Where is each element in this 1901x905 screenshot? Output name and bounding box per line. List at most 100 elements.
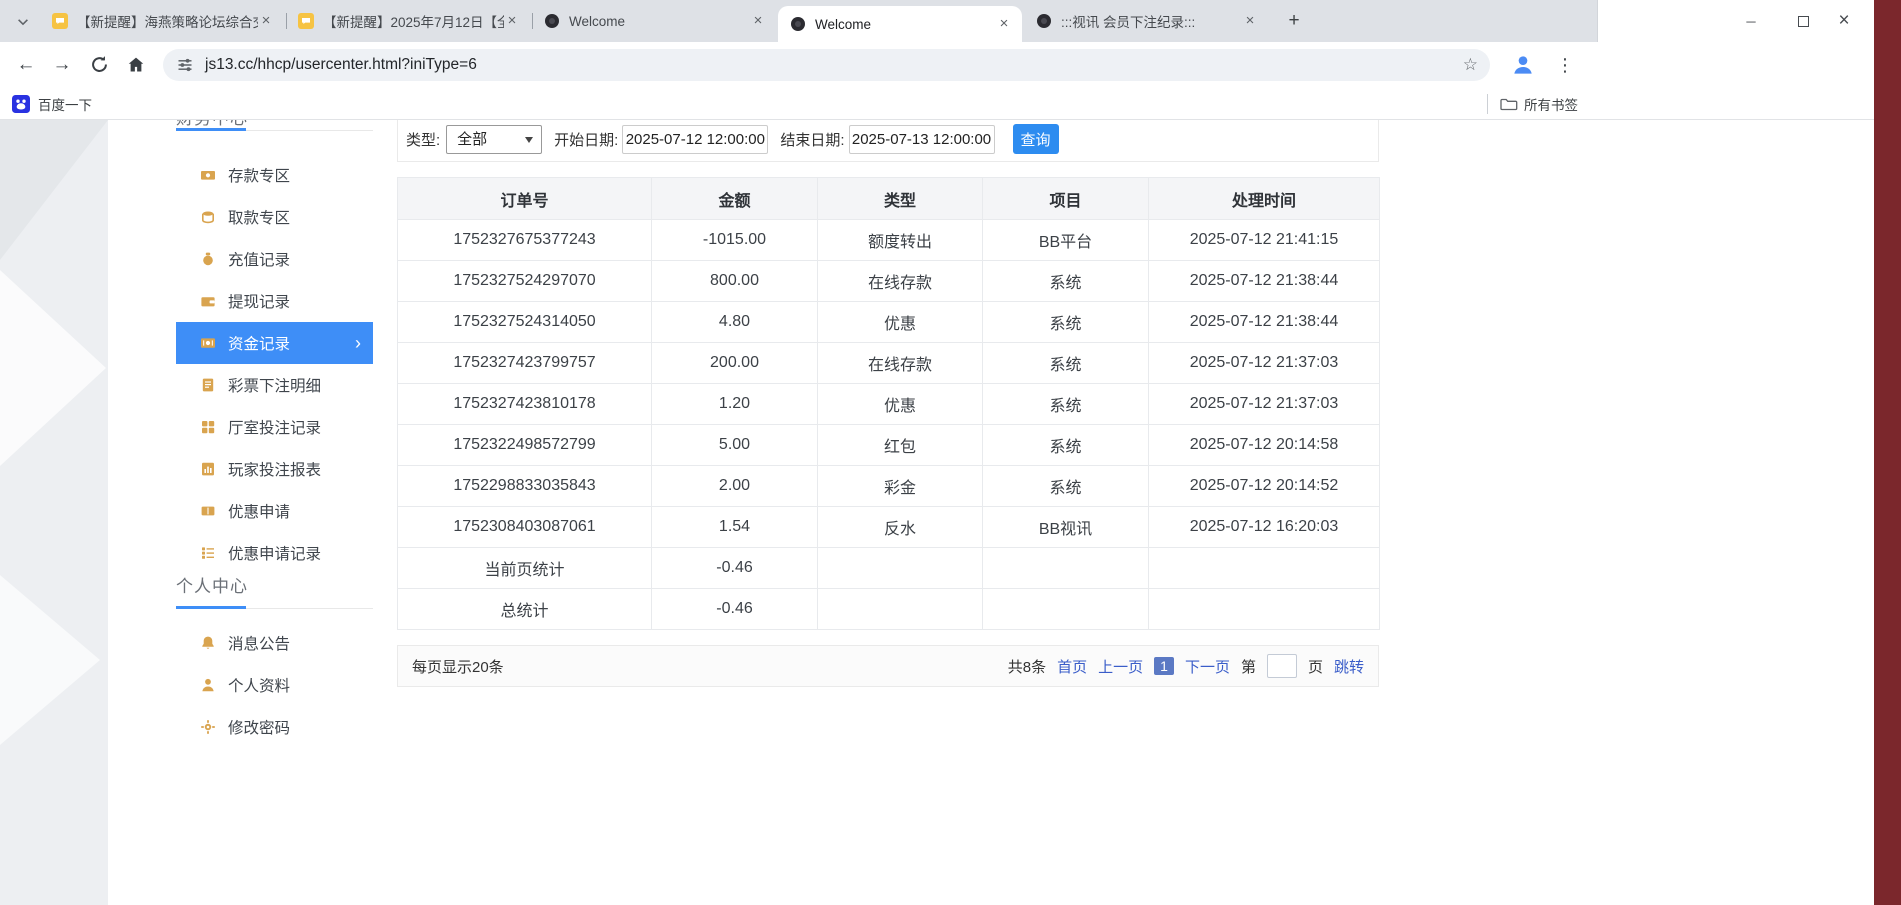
forum-favicon-icon [298,13,314,29]
tab-close-icon[interactable]: × [258,13,274,29]
sidebar-item-label: 消息公告 [228,632,290,654]
cell-amount: 5.00 [652,425,818,466]
sidebar-item-funds-records[interactable]: 资金记录 › [176,322,373,364]
coins-icon [200,209,216,225]
cell-time: 2025-07-12 21:37:03 [1149,343,1380,384]
cell-project: 系统 [983,425,1149,466]
sidebar-item-promo-apply-records[interactable]: 优惠申请记录 [176,532,373,574]
funds-table: 订单号 金额 类型 项目 处理时间 1752327675377243-1015.… [397,177,1380,630]
bookmark-label: 百度一下 [38,94,92,114]
start-date-input[interactable] [622,125,768,154]
cell-project: 系统 [983,343,1149,384]
next-page-link[interactable]: 下一页 [1185,656,1230,677]
browser-tab[interactable]: Welcome × [532,0,776,42]
sidebar-item-label: 提现记录 [228,290,290,312]
cell-project: 系统 [983,261,1149,302]
filter-bar: 类型: 全部 开始日期: 结束日期: 查询 [397,120,1379,162]
grid-icon [200,419,216,435]
first-page-link[interactable]: 首页 [1057,656,1087,677]
cell-amount: 1.20 [652,384,818,425]
address-bar[interactable]: js13.cc/hhcp/usercenter.html?iniType=6 ☆ [163,49,1490,81]
sidebar-item-lottery-bet-details[interactable]: 彩票下注明细 [176,364,373,406]
sidebar-item-label: 资金记录 [228,332,290,354]
current-page[interactable]: 1 [1154,657,1174,675]
bookmark-baidu[interactable]: 百度一下 [8,88,92,120]
heading-accent-bar [176,128,246,131]
profile-avatar-icon[interactable] [1510,52,1536,78]
dark-circle-favicon-icon [544,13,560,29]
background-decoration [0,120,108,905]
sidebar-item-withdraw-zone[interactable]: 取款专区 [176,196,373,238]
page-jump-input[interactable] [1267,654,1297,678]
cell-project: BB视讯 [983,507,1149,548]
sidebar-item-player-bet-report[interactable]: 玩家投注报表 [176,448,373,490]
dark-circle-favicon-icon [1036,13,1052,29]
sidebar-item-profile[interactable]: 个人资料 [176,664,373,706]
total-count: 共8条 [1008,656,1046,677]
cell-order-no: 1752327524297070 [398,261,652,302]
cell-type: 优惠 [818,384,983,425]
cell-amount: 800.00 [652,261,818,302]
browser-tab[interactable]: 【新提醒】2025年7月12日【全 × [286,0,530,42]
type-select[interactable]: 全部 [446,125,542,154]
type-label: 类型: [406,129,440,150]
tab-close-icon[interactable]: × [750,13,766,29]
jump-label-post: 页 [1308,656,1323,677]
browser-tab-active[interactable]: Welcome × [778,6,1022,42]
sidebar-item-recharge-records[interactable]: 充值记录 [176,238,373,280]
cell-type: 反水 [818,507,983,548]
sidebar-item-deposit-zone[interactable]: 存款专区 [176,154,373,196]
tab-title: Welcome [569,14,750,29]
browser-tab-strip: 【新提醒】海燕策略论坛综合交 × 【新提醒】2025年7月12日【全 × Wel… [0,0,1874,42]
sidebar-item-promo-apply[interactable]: 优惠申请 [176,490,373,532]
sidebar-item-change-password[interactable]: 修改密码 [176,706,373,748]
sidebar: 财务中心 存款专区 取款专区 充值记录 提现记录 资金记录 [176,120,373,905]
refresh-icon[interactable] [90,55,110,75]
sidebar-item-withdrawal-records[interactable]: 提现记录 [176,280,373,322]
table-row: 17523275243140504.80优惠系统2025-07-12 21:38… [398,302,1380,343]
maximize-button[interactable] [1783,0,1823,42]
sidebar-item-label: 存款专区 [228,164,290,186]
minimize-button[interactable]: ─ [1731,0,1771,42]
end-date-input[interactable] [849,125,995,154]
browser-tab[interactable]: :::视讯 会员下注纪录::: × [1024,0,1268,42]
tab-title: 【新提醒】2025年7月12日【全 [323,11,504,31]
cell-type: 额度转出 [818,220,983,261]
column-header: 金额 [652,178,818,220]
folder-icon [1500,95,1518,113]
table-row: 17523224985727995.00红包系统2025-07-12 20:14… [398,425,1380,466]
browser-tab[interactable]: 【新提醒】海燕策略论坛综合交 × [40,0,284,42]
jump-link[interactable]: 跳转 [1334,656,1364,677]
main-content: 类型: 全部 开始日期: 结束日期: 查询 订单号 金额 类型 [397,120,1379,905]
column-header: 项目 [983,178,1149,220]
tab-close-icon[interactable]: × [1242,13,1258,29]
bookmark-star-icon[interactable]: ☆ [1463,49,1478,81]
browser-menu-icon[interactable]: ⋮ [1553,51,1577,79]
dark-circle-favicon-icon [790,16,806,32]
sidebar-item-label: 取款专区 [228,206,290,228]
ticket-icon [200,503,216,519]
prev-page-link[interactable]: 上一页 [1098,656,1143,677]
cell-time: 2025-07-12 21:41:15 [1149,220,1380,261]
chevron-down-icon [525,137,533,143]
close-button[interactable]: × [1824,0,1864,42]
home-icon[interactable] [126,55,146,75]
site-settings-icon[interactable] [177,57,193,73]
query-button[interactable]: 查询 [1013,124,1059,154]
tab-close-icon[interactable]: × [996,16,1012,32]
new-tab-button[interactable]: + [1282,9,1306,33]
per-page-text: 每页显示20条 [412,656,504,677]
cell-time: 2025-07-12 16:20:03 [1149,507,1380,548]
bookmarks-bar: 百度一下 所有书签 [0,88,1874,120]
cell-order-no: 1752308403087061 [398,507,652,548]
sidebar-item-announcements[interactable]: 消息公告 [176,622,373,664]
tab-close-icon[interactable]: × [504,13,520,29]
back-icon[interactable]: ← [12,51,40,79]
cell-amount: -0.46 [652,548,818,589]
tab-title: Welcome [815,17,996,32]
all-bookmarks-button[interactable]: 所有书签 [1496,88,1578,120]
forward-icon[interactable]: → [48,51,76,79]
table-row-page-total: 当前页统计-0.46 [398,548,1380,589]
tab-search-chevron-icon[interactable] [12,11,34,33]
sidebar-item-hall-bet-records[interactable]: 厅室投注记录 [176,406,373,448]
